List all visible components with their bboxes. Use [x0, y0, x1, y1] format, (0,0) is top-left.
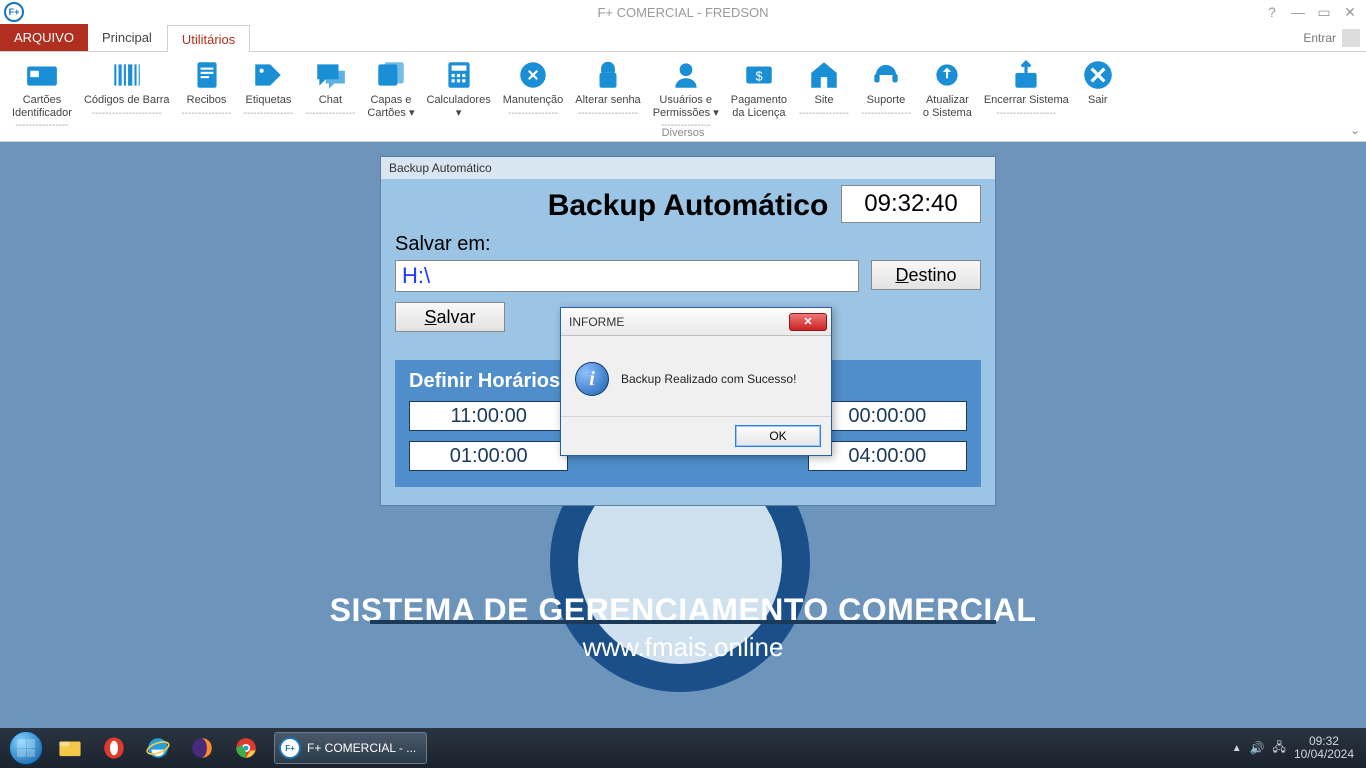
taskbar-explorer-icon[interactable] — [48, 731, 92, 765]
ribbon-codigos-barra[interactable]: Códigos de Barra--------------------- — [78, 56, 176, 121]
tab-principal[interactable]: Principal — [88, 24, 167, 51]
ribbon-alterar-senha[interactable]: Alterar senha------------------ — [569, 56, 646, 121]
ribbon-etiquetas[interactable]: Etiquetas--------------- — [238, 56, 300, 121]
info-icon: i — [575, 362, 609, 396]
ribbon-manutencao[interactable]: Manutenção--------------- — [497, 56, 570, 121]
signin-label[interactable]: Entrar — [1303, 31, 1336, 45]
taskbar-opera-icon[interactable] — [92, 731, 136, 765]
ribbon-encerrar-sistema[interactable]: Encerrar Sistema------------------ — [978, 56, 1075, 121]
ribbon-capas-cartoes[interactable]: Capas e Cartões ▾ — [361, 56, 420, 121]
tab-utilitarios[interactable]: Utilitários — [167, 25, 250, 52]
destino-button-label: estino — [908, 265, 956, 285]
main-desktop: SISTEMA DE GERENCIAMENTO COMERCIAL www.f… — [0, 142, 1366, 728]
tray-date: 10/04/2024 — [1294, 748, 1354, 761]
dialog-ok-button[interactable]: OK — [735, 425, 821, 447]
user-avatar-icon[interactable] — [1342, 29, 1360, 47]
ribbon-sair[interactable]: Sair — [1075, 56, 1121, 109]
save-in-label: Salvar em: — [395, 233, 981, 256]
ribbon-pagamento-licenca[interactable]: $Pagamento da Licença — [725, 56, 793, 121]
app-icon: F+ — [4, 2, 24, 22]
schedule-time-1[interactable]: 11:00:00 — [409, 401, 568, 431]
ribbon-collapse-icon[interactable]: ⌄ — [1350, 123, 1360, 137]
window-title: F+ COMERCIAL - FREDSON — [597, 5, 768, 20]
ribbon-chat[interactable]: Chat--------------- — [299, 56, 361, 121]
brand-url: www.fmais.online — [0, 632, 1366, 663]
ribbon-suporte[interactable]: Suporte--------------- — [855, 56, 917, 121]
tray-clock[interactable]: 09:32 10/04/2024 — [1294, 735, 1354, 761]
tray-overflow-icon[interactable]: ▲ — [1232, 743, 1242, 754]
taskbar-app-button[interactable]: F+ F+ COMERCIAL - ... — [274, 732, 427, 764]
start-button[interactable] — [4, 730, 48, 766]
dialog-message: Backup Realizado com Sucesso! — [621, 372, 796, 386]
taskbar-firefox-icon[interactable] — [180, 731, 224, 765]
minimize-button[interactable]: — — [1286, 3, 1310, 21]
ribbon-recibos[interactable]: Recibos--------------- — [176, 56, 238, 121]
schedule-time-4[interactable]: 01:00:00 — [409, 441, 568, 471]
backup-window-title: Backup Automático — [381, 157, 995, 179]
salvar-button-label: alvar — [437, 307, 476, 327]
taskbar: F+ F+ COMERCIAL - ... ▲ 🔊 🖧 09:32 10/04/… — [0, 728, 1366, 768]
help-icon[interactable]: ? — [1260, 3, 1284, 21]
close-button[interactable]: ✕ — [1338, 3, 1362, 21]
taskbar-ie-icon[interactable] — [136, 731, 180, 765]
system-tray: ▲ 🔊 🖧 09:32 10/04/2024 — [1232, 735, 1362, 761]
ribbon-atualizar-sistema[interactable]: Atualizar o Sistema — [917, 56, 978, 121]
backup-path-input[interactable] — [395, 260, 859, 292]
ribbon-group-label: Diversos — [662, 127, 705, 139]
informe-dialog: INFORME ✕ i Backup Realizado com Sucesso… — [560, 307, 832, 456]
ribbon: Cartões Identificador---------------- Có… — [0, 52, 1366, 142]
dialog-close-button[interactable]: ✕ — [789, 313, 827, 331]
app-titlebar: F+ F+ COMERCIAL - FREDSON ? — ▭ ✕ — [0, 0, 1366, 24]
backup-clock: 09:32:40 — [841, 185, 981, 223]
dialog-title: INFORME — [569, 315, 624, 329]
ribbon-site[interactable]: Site--------------- — [793, 56, 855, 121]
svg-text:$: $ — [755, 68, 762, 83]
taskbar-app-label: F+ COMERCIAL - ... — [307, 741, 416, 755]
tab-arquivo[interactable]: ARQUIVO — [0, 24, 88, 51]
destino-button[interactable]: Destino — [871, 260, 981, 290]
taskbar-chrome-icon[interactable] — [224, 731, 268, 765]
maximize-button[interactable]: ▭ — [1312, 3, 1336, 21]
ribbon-calculadores[interactable]: Calculadores ▾ — [421, 56, 497, 121]
taskbar-app-icon: F+ — [279, 737, 301, 759]
salvar-button[interactable]: Salvar — [395, 302, 505, 332]
ribbon-tabs: ARQUIVO Principal Utilitários Entrar — [0, 24, 1366, 52]
ribbon-usuarios-permissoes[interactable]: Usuários e Permissões ▾--------------- — [647, 56, 725, 134]
ribbon-cartoes-identificador[interactable]: Cartões Identificador---------------- — [6, 56, 78, 134]
tray-network-icon[interactable]: 🖧 — [1273, 738, 1286, 759]
tray-volume-icon[interactable]: 🔊 — [1250, 741, 1265, 755]
brand-divider — [370, 620, 996, 624]
